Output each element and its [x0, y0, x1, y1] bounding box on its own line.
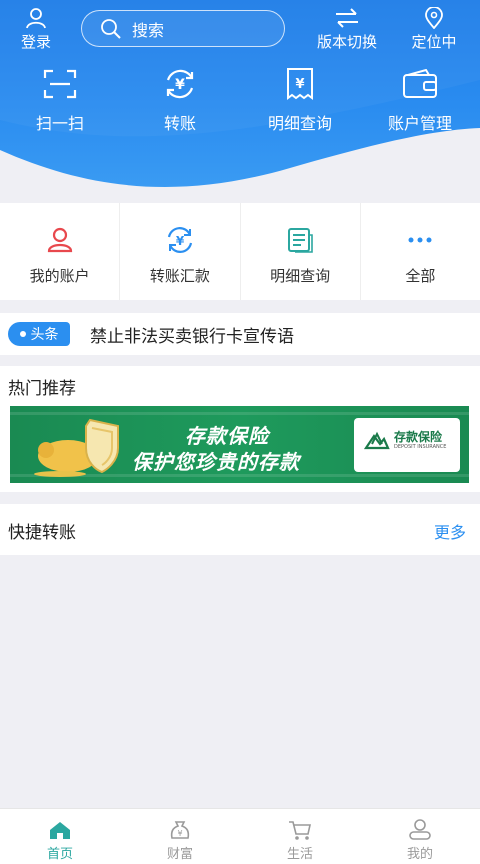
service-detail-label: 明细查询	[270, 267, 331, 285]
profile-icon	[360, 819, 480, 841]
banner-logo-text: 存款保险	[394, 430, 443, 444]
quick-scan[interactable]: 扫一扫	[0, 64, 120, 134]
switch-arrows-icon	[308, 6, 386, 30]
quick-account[interactable]: 账户管理	[360, 64, 480, 134]
quick-scan-label: 扫一扫	[35, 114, 84, 133]
cart-icon	[240, 819, 360, 841]
bottom-tab-bar: 首页 ¥ 财富 生活 我的	[0, 808, 480, 864]
quick-account-label: 账户管理	[387, 114, 452, 133]
search-icon	[100, 18, 122, 40]
tab-home-label: 首页	[46, 847, 73, 862]
tab-mine[interactable]: 我的	[360, 809, 480, 864]
quick-detail-label: 明细查询	[267, 114, 332, 133]
search-input[interactable]: 搜索	[81, 10, 285, 47]
quick-transfer[interactable]: ¥ 转账	[120, 64, 240, 134]
header: 登录 搜索 版本切换 定位中 扫一扫 ¥ 转账 ¥ 明细查询 账户管理	[0, 0, 480, 192]
tab-wealth[interactable]: ¥ 财富	[120, 809, 240, 864]
service-row: 我的账户 ¥ 转账汇款 明细查询 全部	[0, 203, 480, 300]
svg-text:¥: ¥	[177, 829, 182, 838]
svg-text:¥: ¥	[295, 77, 304, 92]
headline-tag: 头条	[8, 322, 70, 346]
user-icon	[14, 6, 58, 30]
tab-wealth-label: 财富	[166, 847, 193, 862]
user-icon	[0, 227, 119, 253]
tab-home[interactable]: 首页	[0, 809, 120, 864]
service-all[interactable]: 全部	[359, 203, 480, 300]
wallet-icon	[360, 64, 480, 104]
home-icon	[0, 819, 120, 841]
banner-line2: 保护您珍贵的存款	[132, 450, 300, 474]
more-link[interactable]: 更多	[434, 519, 466, 543]
service-transfer[interactable]: ¥ 转账汇款	[119, 203, 239, 300]
service-my-account[interactable]: 我的账户	[0, 203, 119, 300]
hot-section: 热门推荐 存款保险 保护您珍贵的存款 存款保险 DEPOSIT INSURANC…	[0, 366, 480, 492]
receipt-icon: ¥	[240, 64, 360, 104]
piggy-shield-icon	[34, 418, 119, 477]
headline-text: 禁止非法买卖银行卡宣传语	[90, 326, 294, 347]
service-my-account-label: 我的账户	[29, 267, 90, 285]
money-bag-icon: ¥	[120, 819, 240, 841]
deposit-insurance-banner[interactable]: 存款保险 保护您珍贵的存款 存款保险 DEPOSIT INSURANCE	[10, 406, 469, 483]
insurance-logo-icon	[364, 431, 390, 450]
banner-line1: 存款保险	[185, 424, 269, 448]
deposit-insurance-logo: 存款保险 DEPOSIT INSURANCE	[354, 418, 460, 472]
svg-text:¥: ¥	[176, 234, 185, 248]
more-dots-icon	[361, 227, 480, 253]
banner-logo-sub: DEPOSIT INSURANCE	[394, 444, 447, 450]
headline-bar[interactable]: 头条 禁止非法买卖银行卡宣传语	[0, 313, 480, 355]
quick-transfer-label: 转账	[163, 114, 196, 133]
yuan-exchange-icon: ¥	[120, 227, 239, 253]
svg-text:¥: ¥	[175, 77, 185, 93]
quick-detail[interactable]: ¥ 明细查询	[240, 64, 360, 134]
fast-transfer-title: 快捷转账	[8, 523, 76, 543]
hot-title: 热门推荐	[8, 379, 76, 399]
locate-label: 定位中	[411, 33, 457, 51]
fast-transfer-section: 快捷转账 更多	[0, 504, 480, 555]
tag-dot-icon	[19, 331, 26, 337]
scan-icon	[0, 64, 120, 104]
tab-life-label: 生活	[286, 847, 313, 862]
location-button[interactable]: 定位中	[404, 6, 464, 52]
document-icon	[241, 227, 360, 253]
service-all-label: 全部	[405, 267, 436, 285]
version-label: 版本切换	[316, 33, 377, 51]
tab-life[interactable]: 生活	[240, 809, 360, 864]
transfer-yuan-icon: ¥	[120, 64, 240, 104]
search-placeholder: 搜索	[132, 20, 165, 40]
service-transfer-label: 转账汇款	[149, 267, 210, 285]
location-pin-icon	[404, 6, 464, 30]
headline-tag-label: 头条	[30, 327, 59, 343]
login-label: 登录	[20, 33, 51, 51]
quick-actions: 扫一扫 ¥ 转账 ¥ 明细查询 账户管理	[0, 64, 480, 134]
tab-mine-label: 我的	[406, 847, 433, 862]
login-button[interactable]: 登录	[14, 6, 58, 52]
service-detail[interactable]: 明细查询	[239, 203, 360, 300]
top-bar: 登录 搜索 版本切换 定位中	[0, 0, 480, 60]
version-switch-button[interactable]: 版本切换	[308, 6, 386, 52]
